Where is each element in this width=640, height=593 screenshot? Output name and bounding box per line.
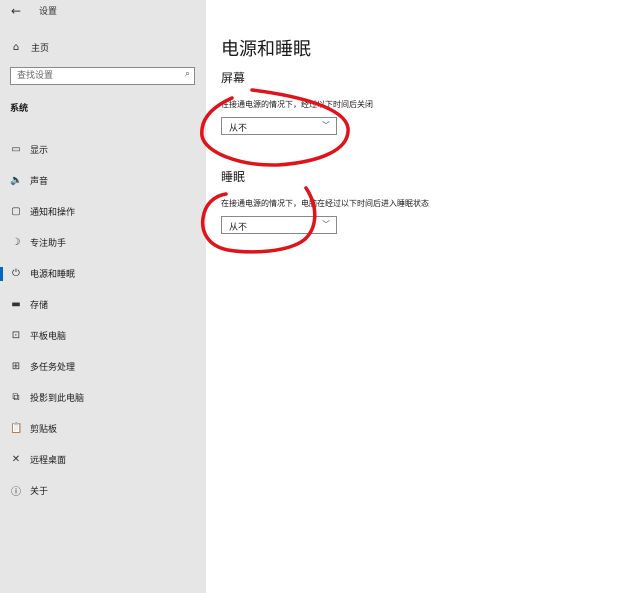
sidebar-item-label: 投影到此电脑: [30, 394, 85, 404]
power-icon: ⏻: [12, 268, 20, 279]
chevron-down-icon: ﹀: [322, 220, 330, 229]
sidebar-item-label: 显示: [30, 146, 49, 156]
sleep-timeout-dropdown[interactable]: 从不 ﹀: [221, 216, 337, 234]
sleep-heading: 睡眠: [221, 170, 246, 184]
sidebar-item-label: 通知和操作: [30, 208, 76, 218]
arrow-left-icon[interactable]: ←: [7, 2, 25, 20]
sidebar-item-projecting[interactable]: ⧉ 投影到此电脑: [0, 382, 206, 413]
sidebar-item-multitasking[interactable]: ⊞ 多任务处理: [0, 351, 206, 382]
sidebar-item-focus-assist[interactable]: ☽ 专注助手: [0, 227, 206, 258]
sidebar-item-about[interactable]: ⓘ 关于: [0, 475, 206, 506]
sidebar-nav: ▭ 显示 🔈 声音 ▢ 通知和操作 ☽ 专注助手 ⏻ 电源和睡眠 ▬ 存储 ⊡ …: [0, 134, 206, 506]
section-title: 系统: [10, 104, 29, 114]
sleep-timeout-value: 从不: [229, 223, 248, 233]
sidebar-item-tablet[interactable]: ⊡ 平板电脑: [0, 320, 206, 351]
home-label: 主页: [31, 43, 50, 54]
screen-heading: 屏幕: [221, 71, 246, 85]
search-icon[interactable]: ⌕: [185, 69, 190, 79]
sleep-description: 在接通电源的情况下，电脑在经过以下时间后进入睡眠状态: [221, 199, 429, 208]
clipboard-icon: 📋: [10, 423, 23, 434]
tablet-icon: ⊡: [11, 330, 21, 341]
info-icon: ⓘ: [11, 487, 21, 498]
remote-desktop-icon: ✕: [11, 454, 21, 465]
home-nav-item[interactable]: ⌂ 主页: [10, 38, 49, 56]
projector-icon: ⧉: [12, 392, 20, 403]
sidebar-item-label: 存储: [30, 301, 49, 311]
title-bar: ← 设置: [0, 0, 206, 22]
page-title: 电源和睡眠: [221, 39, 311, 60]
sidebar-item-notifications[interactable]: ▢ 通知和操作: [0, 196, 206, 227]
search-input[interactable]: [11, 68, 179, 84]
sidebar-item-label: 专注助手: [30, 239, 67, 249]
sidebar-item-power-sleep[interactable]: ⏻ 电源和睡眠: [0, 258, 206, 289]
sidebar-item-sound[interactable]: 🔈 声音: [0, 165, 206, 196]
sidebar-item-remote-desktop[interactable]: ✕ 远程桌面: [0, 444, 206, 475]
sidebar-item-clipboard[interactable]: 📋 剪贴板: [0, 413, 206, 444]
screen-timeout-value: 从不: [229, 124, 248, 134]
multitasking-icon: ⊞: [11, 361, 21, 372]
chevron-down-icon: ﹀: [322, 121, 330, 130]
home-icon: ⌂: [12, 41, 20, 53]
sidebar-item-label: 电源和睡眠: [30, 270, 76, 280]
app-title: 设置: [39, 7, 58, 17]
screen-description: 在接通电源的情况下，经过以下时间后关闭: [221, 100, 373, 109]
main-content: 电源和睡眠 屏幕 在接通电源的情况下，经过以下时间后关闭 从不 ﹀ 睡眠 在接通…: [206, 0, 640, 593]
storage-icon: ▬: [11, 299, 21, 310]
speaker-icon: 🔈: [10, 175, 23, 186]
sidebar: ← 设置 ⌂ 主页 ⌕ 系统 ▭ 显示 🔈 声音 ▢ 通知和操作 ☽ 专注助手 …: [0, 0, 206, 593]
monitor-icon: ▭: [11, 144, 21, 155]
screen-timeout-dropdown[interactable]: 从不 ﹀: [221, 117, 337, 135]
sidebar-item-label: 平板电脑: [30, 332, 67, 342]
sidebar-item-label: 关于: [30, 487, 49, 497]
sidebar-item-label: 多任务处理: [30, 363, 76, 373]
moon-icon: ☽: [11, 237, 21, 248]
sidebar-item-display[interactable]: ▭ 显示: [0, 134, 206, 165]
sidebar-item-storage[interactable]: ▬ 存储: [0, 289, 206, 320]
search-box[interactable]: ⌕: [10, 67, 195, 85]
sidebar-item-label: 声音: [30, 177, 49, 187]
notification-icon: ▢: [11, 206, 21, 217]
sidebar-item-label: 剪贴板: [30, 425, 58, 435]
sidebar-item-label: 远程桌面: [30, 456, 67, 466]
